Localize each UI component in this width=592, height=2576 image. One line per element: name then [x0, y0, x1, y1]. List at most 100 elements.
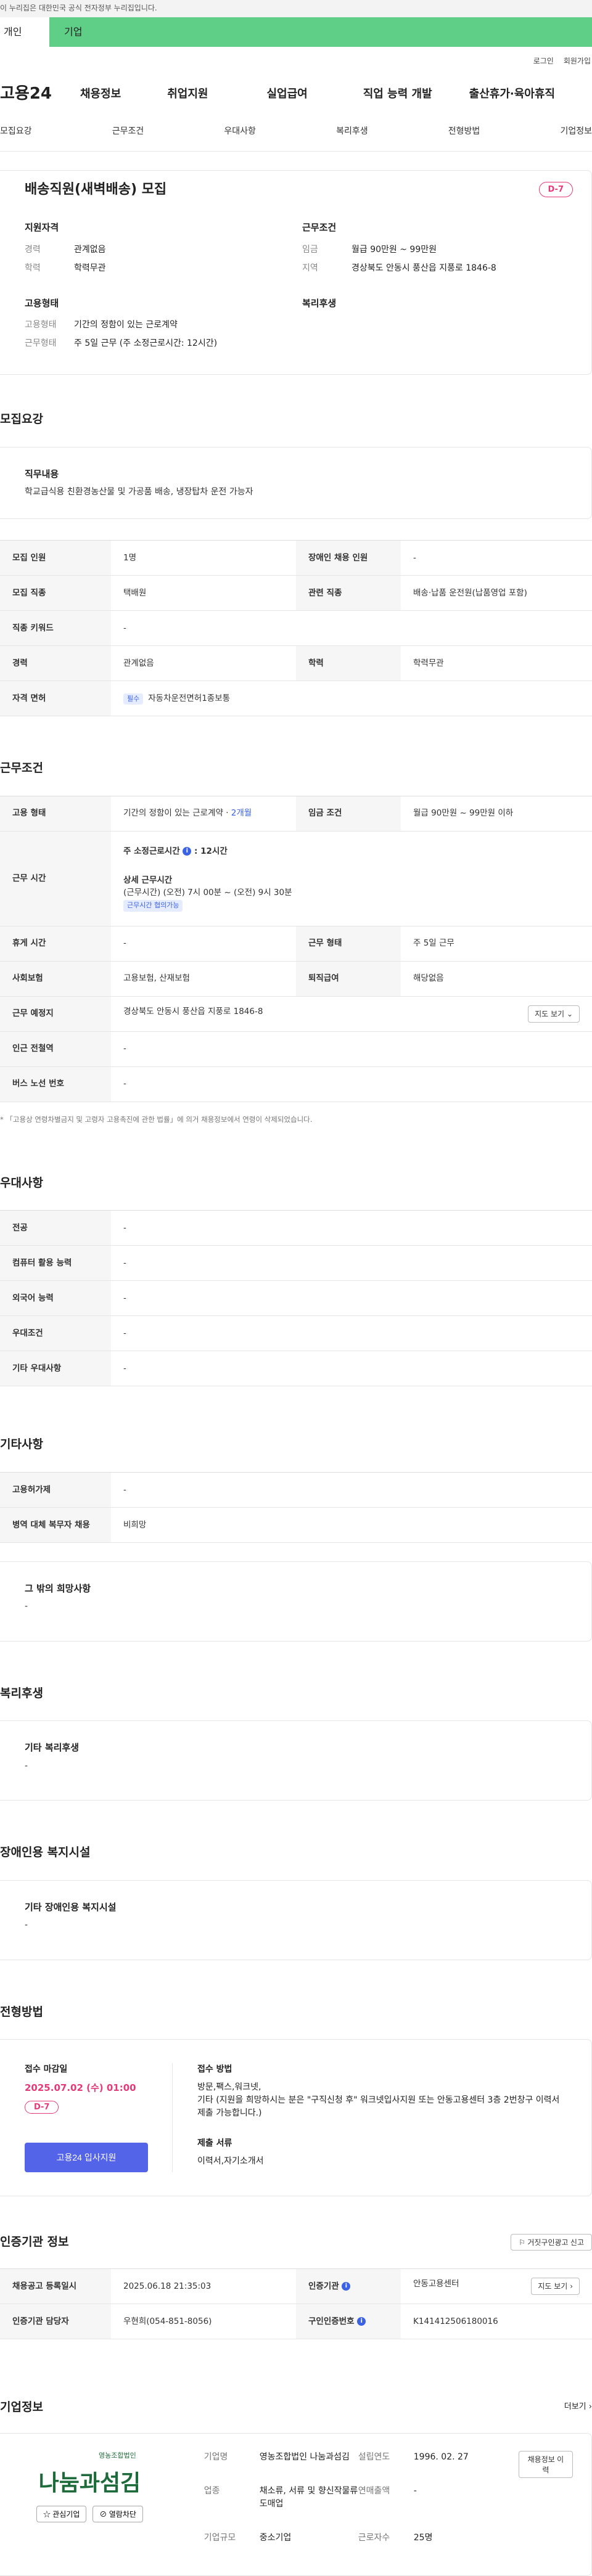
tab-recruit[interactable]: 모집요강 — [0, 125, 32, 138]
info-icon[interactable]: i — [183, 847, 192, 856]
signup-link[interactable]: 회원가입 — [564, 55, 591, 67]
detail-button-label: 지도 보기 — [538, 2281, 568, 2291]
section-title-work: 근무조건 — [0, 761, 43, 775]
job-title: 배송직원(새벽배송) 모집 — [25, 182, 167, 197]
cell-label: 휴게 시간 — [0, 926, 111, 962]
method-line2: 기타 (지원을 희망하시는 분은 "구직신청 후" 워크넷입사지원 또는 안동고… — [197, 2095, 560, 2119]
cell-label: 구인인증번호 i — [296, 2304, 401, 2339]
cell-value: 주 5일 근무 — [401, 926, 592, 962]
cell-label: 학력 — [296, 645, 401, 681]
global-nav: 고용24 채용정보 취업지원 실업급여 직업 능력 개발 출산휴가·육아휴직 — [0, 75, 592, 112]
cell-label: 인증기관 i — [296, 2268, 401, 2304]
table-row: 컴퓨터 활용 능력 - — [0, 1245, 592, 1282]
deadline-label: 접수 마감일 — [25, 2064, 68, 2075]
license-text: 자동차운전면허1종보통 — [148, 693, 231, 703]
weekly-hours-value: : 12시간 — [194, 846, 228, 857]
cell-value: 관계없음 — [111, 645, 296, 681]
more-link[interactable]: 더보기 › — [564, 2401, 592, 2413]
method-line1: 방문,팩스,워크넷, — [197, 2082, 261, 2093]
value: 주 5일 근무 (주 소정근로시간: 12시간) — [74, 338, 218, 348]
cell-label: 근무 형태 — [296, 926, 401, 962]
gnb-item-parental-leave[interactable]: 출산휴가·육아휴직 — [469, 86, 555, 102]
apply-button[interactable]: 고용24 입사지원 — [25, 2143, 148, 2173]
cell-label: 채용공고 등록일시 — [0, 2268, 111, 2304]
table-row: 경력 관계없음 학력 학력무관 — [0, 645, 592, 681]
label: 기업규모 — [204, 2533, 236, 2543]
table-row: 외국어 능력 - — [0, 1280, 592, 1317]
docs-label: 제출 서류 — [197, 2138, 232, 2149]
cell-label: 근무 예정지 — [0, 996, 111, 1032]
info-icon[interactable]: i — [342, 2281, 351, 2291]
cell-value: - — [111, 926, 296, 962]
industry: 채소류, 서류 및 향신작물류 도매업 — [259, 2486, 358, 2509]
method-label: 접수 방법 — [197, 2064, 232, 2075]
apply-box: 접수 마감일 2025.07.02 (수) 01:00 D-7 고용24 입사지… — [0, 2039, 592, 2197]
report-button[interactable]: ⚐ 거짓구인광고 신고 — [511, 2234, 592, 2251]
cell-value: K141412506180016 — [401, 2304, 592, 2339]
table-row: 모집 인원 1명 장애인 채용 인원 - — [0, 540, 592, 576]
cell-value: - — [111, 1315, 592, 1352]
history-button[interactable]: 채용정보 이력 — [518, 2451, 573, 2479]
cell-value: 배송·납품 운전원(납품영업 포함) — [401, 575, 592, 611]
tab-company[interactable]: 기업정보 — [560, 125, 592, 138]
weekly-hours-label: 주 소정근로시간 — [123, 846, 180, 857]
company-size: 중소기업 — [259, 2533, 292, 2543]
cell-label: 인근 전철역 — [0, 1031, 111, 1067]
block-button[interactable]: ⊘ 열람차단 — [92, 2505, 143, 2522]
tab-business[interactable]: 기업 — [49, 17, 592, 47]
cell-label: 경력 — [0, 645, 111, 681]
label: 업종 — [204, 2486, 220, 2496]
favorite-company-button[interactable]: ☆ 관심기업 — [36, 2505, 87, 2522]
employment-type: 기간의 정함이 있는 근로계약 · — [123, 808, 231, 819]
table-row: 기타 우대사항 - — [0, 1351, 592, 1387]
chevron-right-icon: › — [588, 2402, 592, 2412]
tab-welfare[interactable]: 복리후생 — [336, 125, 368, 138]
company-box: 영농조합법인 나눔과섬김 ☆ 관심기업 ⊘ 열람차단 기업명 영농조합법인 나눔과… — [0, 2433, 592, 2576]
table-row: 직종 키워드 - — [0, 610, 592, 646]
other-wishes-value: - — [25, 1601, 28, 1612]
gnb-item-unemployment-benefit[interactable]: 실업급여 — [267, 86, 308, 102]
value: 경상북도 안동시 풍산읍 지풍로 1846-8 — [352, 263, 496, 273]
deadline-value: 2025.07.02 (수) 01:00 — [25, 2082, 136, 2094]
detail-button[interactable]: 지도 보기 › — [531, 2277, 580, 2295]
value: 학력무관 — [74, 263, 106, 273]
cell-label: 컴퓨터 활용 능력 — [0, 1245, 111, 1282]
company-name: 영농조합법인 나눔과섬김 — [259, 2452, 350, 2463]
cell-label: 기타 우대사항 — [0, 1351, 111, 1387]
cell-label: 우대조건 — [0, 1315, 111, 1352]
value: 월급 90만원 ~ 99만원 — [352, 244, 437, 255]
recruit-table: 모집 인원 1명 장애인 채용 인원 - 모집 직종 택배원 관련 직종 배송·납품 운전원… — [0, 540, 592, 716]
qualification-heading: 지원자격 — [25, 222, 59, 233]
value: 기간의 정함이 있는 근로계약 — [74, 320, 178, 330]
map-button[interactable]: 지도 보기 ⌄ — [528, 1005, 580, 1023]
map-button-label: 지도 보기 — [535, 1009, 565, 1018]
workplace-address: 경상북도 안동시 풍산읍 지풍로 1846-8 — [123, 1006, 263, 1016]
tab-individual[interactable]: 개인 — [0, 17, 49, 47]
cell-value: - — [401, 540, 592, 576]
cert-table: 채용공고 등록일시 2025.06.18 21:35:03 인증기관 i 안동고용센터… — [0, 2268, 592, 2339]
table-row: 채용공고 등록일시 2025.06.18 21:35:03 인증기관 i 안동고용센터… — [0, 2268, 592, 2304]
cell-label: 모집 인원 — [0, 540, 111, 576]
login-link[interactable]: 로그인 — [533, 55, 554, 67]
gnb-item-jobs[interactable]: 채용정보 — [80, 86, 121, 102]
negotiable-badge: 근무시간 협의가능 — [123, 900, 183, 912]
tab-work-conditions[interactable]: 근무조건 — [112, 125, 144, 138]
cell-label: 외국어 능력 — [0, 1280, 111, 1317]
label-text: 구인인증번호 — [308, 2316, 355, 2326]
established: 1996. 02. 27 — [413, 2452, 469, 2463]
docs-value: 이력서,자기소개서 — [197, 2156, 264, 2167]
tab-selection[interactable]: 전형방법 — [448, 125, 480, 138]
gnb-item-job-training[interactable]: 직업 능력 개발 — [363, 86, 432, 102]
logo-text: 나눔과섬김 — [38, 2469, 141, 2496]
cell-value: 필수 자동차운전면허1종보통 — [111, 681, 592, 716]
tab-preferences[interactable]: 우대사항 — [224, 125, 256, 138]
logo-subtext: 영농조합법인 — [99, 2451, 136, 2460]
section-title-apply: 전형방법 — [0, 2005, 43, 2019]
welfare-heading: 복리후생 — [302, 297, 337, 309]
gnb-item-employment-support[interactable]: 취업지원 — [167, 86, 208, 102]
cell-value: 안동고용센터 지도 보기 › — [401, 2268, 592, 2304]
site-logo[interactable]: 고용24 — [0, 82, 71, 106]
disability-label: 기타 장애인용 복지시설 — [25, 1901, 117, 1913]
info-icon[interactable]: i — [357, 2316, 366, 2326]
cell-value: 비희망 — [111, 1507, 592, 1543]
